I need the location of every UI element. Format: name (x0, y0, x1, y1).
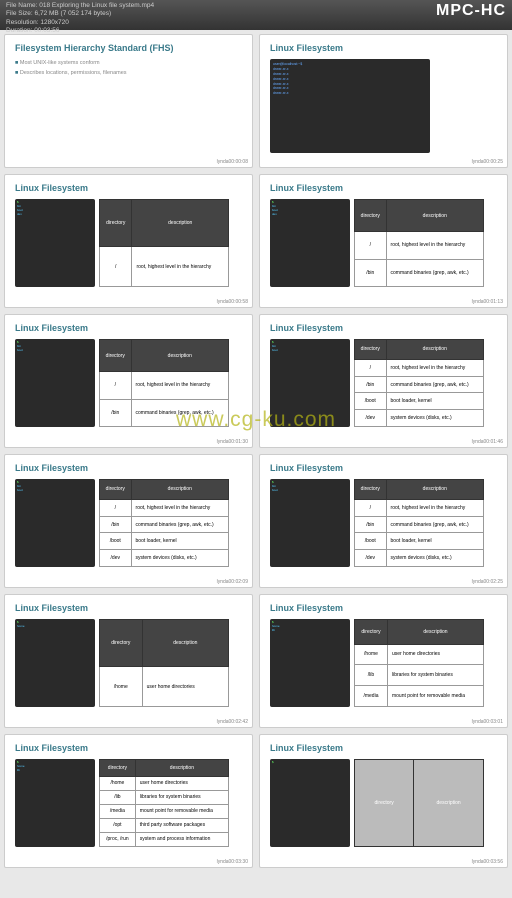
timestamp: lynda00:00:08 (217, 159, 248, 165)
terminal-icon: $homelib (270, 619, 350, 707)
slide-title: Filesystem Hierarchy Standard (FHS) (15, 43, 242, 53)
app-header: File Name: 018 Exploring the Linux file … (0, 0, 512, 30)
fs-table: directorydescription /homeuser home dire… (354, 619, 484, 707)
terminal-icon: $binbootdev (270, 199, 350, 287)
timestamp: lynda00:03:01 (472, 719, 503, 725)
fs-table: directorydescription /homeuser home dire… (99, 759, 229, 847)
terminal-icon: $home (15, 619, 95, 707)
slide-title: Linux Filesystem (270, 743, 497, 753)
terminal-icon: $binboot (15, 479, 95, 567)
timestamp: lynda00:02:42 (217, 719, 248, 725)
thumbnail[interactable]: Linux Filesystem $binbootdev directoryde… (259, 174, 508, 308)
timestamp: lynda00:01:13 (472, 299, 503, 305)
terminal-icon: $binboot (270, 479, 350, 567)
timestamp: lynda00:00:58 (217, 299, 248, 305)
thumbnail[interactable]: Linux Filesystem $binboot directorydescr… (259, 314, 508, 448)
slide-title: Linux Filesystem (270, 183, 497, 193)
fs-table: directorydescription /homeuser home dire… (99, 619, 229, 707)
slide-title: Linux Filesystem (270, 463, 497, 473)
fs-table: directorydescription /root, highest leve… (99, 479, 229, 567)
slide-title: Linux Filesystem (15, 183, 242, 193)
thumbnail[interactable]: Linux Filesystem $home directorydescript… (4, 594, 253, 728)
terminal-icon: $binboot (270, 339, 350, 427)
thumbnail-grid: Filesystem Hierarchy Standard (FHS) Most… (0, 30, 512, 872)
slide-title: Linux Filesystem (15, 463, 242, 473)
slide-title: Linux Filesystem (15, 323, 242, 333)
slide-title: Linux Filesystem (270, 43, 497, 53)
thumbnail[interactable]: Linux Filesystem user@localhost:~$ drwxr… (259, 34, 508, 168)
timestamp: lynda00:00:25 (472, 159, 503, 165)
timestamp: lynda00:03:56 (472, 859, 503, 865)
thumbnail[interactable]: Linux Filesystem $homelib directorydescr… (259, 594, 508, 728)
timestamp: lynda00:03:30 (217, 859, 248, 865)
slide-title: Linux Filesystem (15, 603, 242, 613)
fs-table: directorydescription /root, highest leve… (354, 199, 484, 287)
terminal-icon: user@localhost:~$ drwxr-xr-xdrwxr-xr-xdr… (270, 59, 430, 153)
fs-table: directorydescription (354, 759, 484, 847)
timestamp: lynda00:02:25 (472, 579, 503, 585)
thumbnail[interactable]: Linux Filesystem $binboot directorydescr… (4, 314, 253, 448)
thumbnail[interactable]: Linux Filesystem $homelib directorydescr… (4, 734, 253, 868)
terminal-icon: $ (270, 759, 350, 847)
terminal-icon: $binbootdev (15, 199, 95, 287)
timestamp: lynda00:01:46 (472, 439, 503, 445)
slide-title: Linux Filesystem (15, 743, 242, 753)
app-title: MPC-HC (436, 2, 506, 20)
thumbnail[interactable]: Linux Filesystem $ directorydescription … (259, 734, 508, 868)
slide-title: Linux Filesystem (270, 603, 497, 613)
fs-table: directorydescription /root, highest leve… (354, 479, 484, 567)
thumbnail[interactable]: Linux Filesystem $binboot directorydescr… (4, 454, 253, 588)
slide-title: Linux Filesystem (270, 323, 497, 333)
timestamp: lynda00:02:09 (217, 579, 248, 585)
file-info-block: File Name: 018 Exploring the Linux file … (6, 2, 154, 36)
fs-table: directorydescription /root, highest leve… (99, 199, 229, 287)
terminal-icon: $homelib (15, 759, 95, 847)
timestamp: lynda00:01:30 (217, 439, 248, 445)
fs-table: directorydescription /root, highest leve… (99, 339, 229, 427)
thumbnail[interactable]: Filesystem Hierarchy Standard (FHS) Most… (4, 34, 253, 168)
bullet-list: Most UNIX-like systems conform Describes… (15, 59, 242, 79)
thumbnail[interactable]: Linux Filesystem $binbootdev directoryde… (4, 174, 253, 308)
fs-table: directorydescription /root, highest leve… (354, 339, 484, 427)
terminal-icon: $binboot (15, 339, 95, 427)
thumbnail[interactable]: Linux Filesystem $binboot directorydescr… (259, 454, 508, 588)
